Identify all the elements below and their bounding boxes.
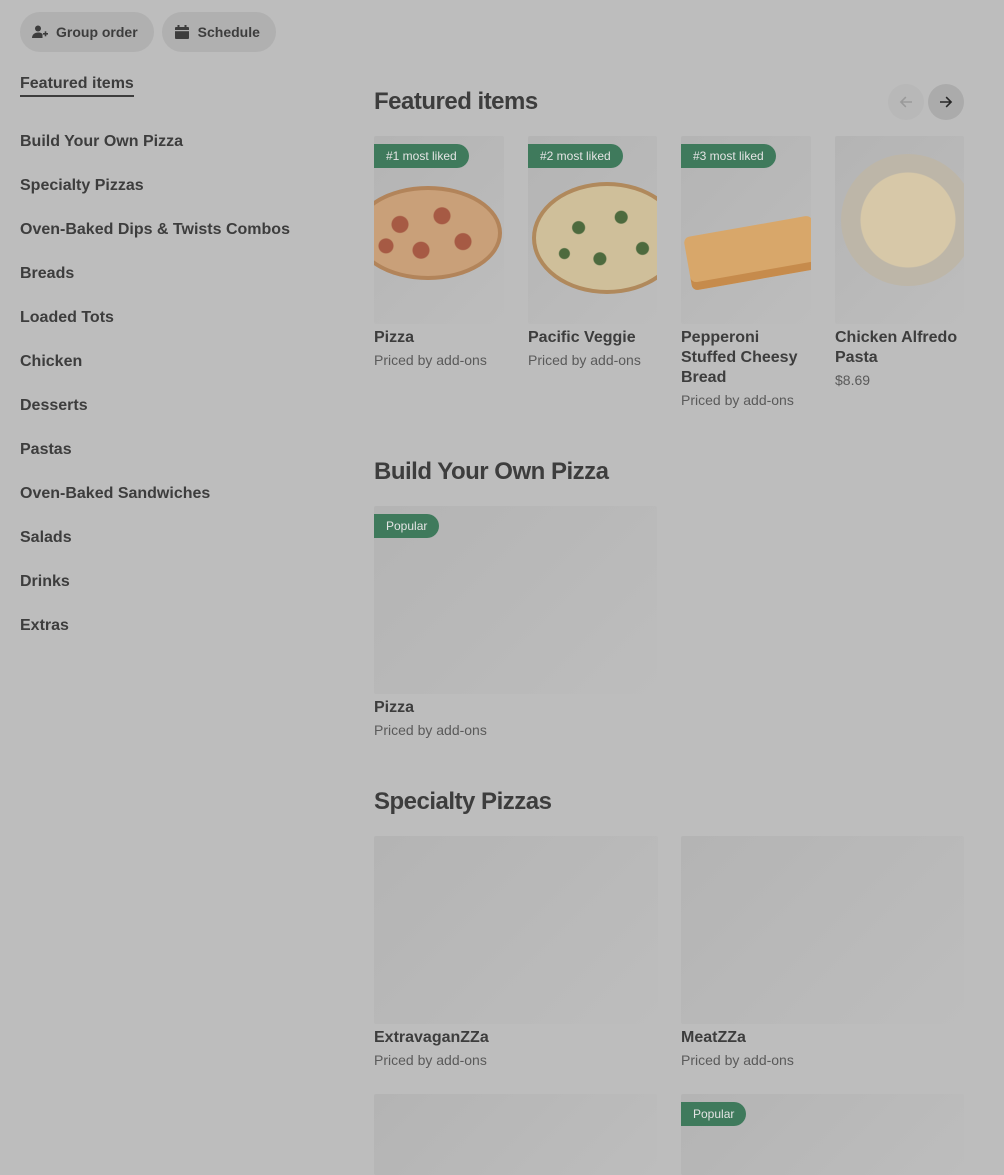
menu-item-card[interactable]: Popular: [681, 1094, 964, 1175]
sidebar-item-breads[interactable]: Breads: [20, 252, 340, 296]
sidebar-item-label: Oven-Baked Dips & Twists Combos: [20, 221, 290, 238]
item-price: Priced by add-ons: [681, 1052, 794, 1068]
sidebar-item-label: Drinks: [20, 573, 70, 590]
schedule-label: Schedule: [197, 24, 260, 40]
category-sidebar: Featured items Build Your Own Pizza Spec…: [20, 74, 340, 648]
veggie-pizza-photo: [532, 182, 657, 294]
build-your-own-pizza-title: Build Your Own Pizza: [374, 458, 609, 485]
sidebar-item-chicken[interactable]: Chicken: [20, 340, 340, 384]
featured-item-card[interactable]: #3 most liked Pepperoni Stuffed Cheesy B…: [681, 136, 811, 409]
sidebar-item-salads[interactable]: Salads: [20, 516, 340, 560]
carousel-prev-button[interactable]: [888, 84, 924, 120]
sidebar-item-label: Breads: [20, 265, 75, 282]
sidebar-item-drinks[interactable]: Drinks: [20, 560, 340, 604]
item-price: Priced by add-ons: [528, 352, 641, 368]
item-name: ExtravaganZZa: [374, 1029, 489, 1046]
sidebar-item-pastas[interactable]: Pastas: [20, 428, 340, 472]
item-image: [374, 836, 658, 1024]
sidebar-item-label: Loaded Tots: [20, 309, 114, 326]
item-name: Pizza: [374, 329, 415, 346]
item-name: Pizza: [374, 699, 415, 716]
sidebar-item-loaded-tots[interactable]: Loaded Tots: [20, 296, 340, 340]
rank-badge: #2 most liked: [528, 144, 623, 168]
item-price: Priced by add-ons: [374, 352, 487, 368]
sidebar-item-featured-items[interactable]: Featured items: [20, 74, 340, 98]
featured-item-card[interactable]: #2 most liked Pacific Veggie Priced by a…: [528, 136, 657, 369]
sidebar-item-dips-twists-combos[interactable]: Oven-Baked Dips & Twists Combos: [20, 208, 340, 252]
featured-item-card[interactable]: Chicken Alfredo Pasta $8.69: [835, 136, 964, 389]
item-image: Popular: [374, 506, 657, 694]
featured-item-card[interactable]: #1 most liked Pizza Priced by add-ons: [374, 136, 504, 369]
schedule-button[interactable]: Schedule: [161, 12, 276, 52]
featured-items-title: Featured items: [374, 88, 538, 115]
item-image: [374, 1094, 657, 1175]
item-name: Pepperoni Stuffed Cheesy Bread: [681, 329, 798, 386]
carousel-next-button[interactable]: [928, 84, 964, 120]
sidebar-item-extras[interactable]: Extras: [20, 604, 340, 648]
item-price: $8.69: [835, 372, 871, 388]
add-person-icon: [32, 25, 48, 38]
top-bar: Group order Schedule: [20, 12, 276, 52]
item-price: Priced by add-ons: [681, 392, 794, 408]
item-price: Priced by add-ons: [374, 1052, 487, 1068]
sidebar-item-label: Featured items: [20, 75, 134, 97]
item-image: #3 most liked: [681, 136, 811, 324]
sidebar-item-desserts[interactable]: Desserts: [20, 384, 340, 428]
rank-badge: #3 most liked: [681, 144, 776, 168]
pasta-photo: [841, 154, 964, 286]
sidebar-item-label: Build Your Own Pizza: [20, 133, 183, 150]
popular-badge: Popular: [681, 1102, 747, 1126]
popular-badge: Popular: [374, 514, 440, 538]
group-order-button[interactable]: Group order: [20, 12, 154, 52]
menu-item-card[interactable]: [374, 1094, 657, 1175]
item-image: #1 most liked: [374, 136, 504, 324]
sidebar-item-specialty-pizzas[interactable]: Specialty Pizzas: [20, 164, 340, 208]
menu-item-card[interactable]: Popular Pizza Priced by add-ons: [374, 506, 657, 739]
sidebar-item-label: Specialty Pizzas: [20, 177, 144, 194]
sidebar-item-label: Desserts: [20, 397, 88, 414]
sidebar-item-label: Extras: [20, 617, 69, 634]
pizza-photo: [374, 186, 502, 280]
menu-item-card[interactable]: MeatZZa Priced by add-ons: [681, 836, 964, 1069]
sidebar-item-build-your-own-pizza[interactable]: Build Your Own Pizza: [20, 120, 340, 164]
sidebar-item-label: Oven-Baked Sandwiches: [20, 485, 211, 502]
specialty-pizzas-title: Specialty Pizzas: [374, 788, 552, 815]
arrow-right-icon: [940, 96, 953, 108]
item-name: Pacific Veggie: [528, 329, 636, 346]
group-order-label: Group order: [56, 24, 138, 40]
item-name: Chicken Alfredo Pasta: [835, 329, 958, 366]
sidebar-item-label: Salads: [20, 529, 72, 546]
item-image: [835, 136, 964, 324]
rank-badge: #1 most liked: [374, 144, 469, 168]
calendar-icon: [174, 25, 189, 39]
sidebar-item-label: Chicken: [20, 353, 83, 370]
item-price: Priced by add-ons: [374, 722, 487, 738]
item-image: Popular: [681, 1094, 964, 1175]
arrow-left-icon: [899, 96, 912, 108]
item-image: [681, 836, 964, 1024]
sidebar-item-label: Pastas: [20, 441, 72, 458]
menu-item-card[interactable]: ExtravaganZZa Priced by add-ons: [374, 836, 658, 1069]
item-name: MeatZZa: [681, 1029, 746, 1046]
sidebar-item-oven-baked-sandwiches[interactable]: Oven-Baked Sandwiches: [20, 472, 340, 516]
item-image: #2 most liked: [528, 136, 657, 324]
cheesy-bread-photo: [683, 215, 811, 291]
